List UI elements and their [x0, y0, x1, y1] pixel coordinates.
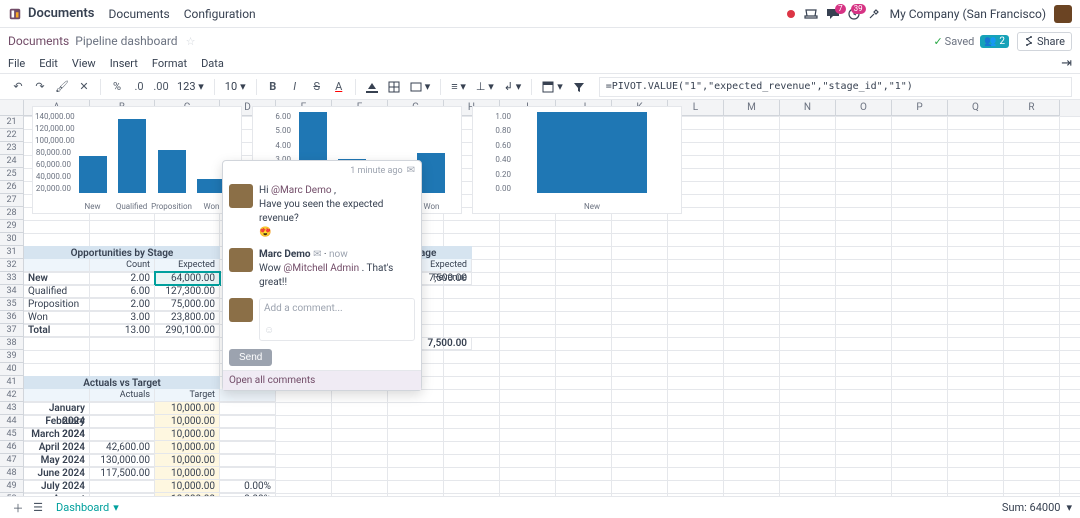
nav-link-configuration[interactable]: Configuration [184, 7, 256, 21]
avatar [229, 184, 253, 208]
avatar [229, 298, 253, 322]
sheet-list-icon[interactable]: ☰ [28, 498, 48, 518]
row-headers[interactable]: 2122232425262728293031323334353637383940… [0, 116, 24, 496]
tray-icon[interactable] [804, 8, 818, 20]
avatar [229, 248, 253, 272]
comment-time: 1 minute ago [350, 166, 402, 176]
text-color-icon[interactable]: A [329, 77, 349, 97]
dec-inc-icon[interactable]: .0 [129, 77, 149, 97]
emoji-picker-icon[interactable]: ☺ [264, 325, 274, 336]
breadcrumb-leaf: Pipeline dashboard [75, 34, 177, 48]
comment-thread-popup: 1 minute ago ✉ Hi @Marc Demo , Have you … [222, 160, 422, 391]
activities-icon[interactable]: 39 [848, 8, 860, 20]
undo-icon[interactable]: ↶ [8, 77, 28, 97]
messages-icon[interactable]: 7 [826, 8, 840, 20]
comment-text: Marc Demo ✉ · now Wow @Mitchell Admin . … [259, 248, 415, 290]
nav-link-documents[interactable]: Documents [108, 7, 169, 21]
borders-icon[interactable] [384, 77, 404, 97]
paint-format-icon[interactable]: 🖌 [52, 77, 72, 97]
chart-lost-opportunities[interactable]: 1.000.800.600.400.200.00 New [472, 106, 682, 214]
italic-icon[interactable]: I [285, 77, 305, 97]
merge-dropdown[interactable]: ▾ [406, 77, 435, 97]
share-button[interactable]: Share [1017, 32, 1072, 51]
user-avatar[interactable] [1054, 5, 1072, 23]
saved-indicator: ✓Saved [933, 35, 974, 48]
strike-icon[interactable]: S [307, 77, 327, 97]
font-size-dropdown[interactable]: 10 ▾ [221, 77, 250, 97]
send-button[interactable]: Send [229, 349, 272, 366]
menu-view[interactable]: View [72, 57, 96, 70]
menu-edit[interactable]: Edit [39, 57, 58, 70]
bottom-bar: ＋ ☰ Dashboard ▾ Sum: 64000 ▾ [0, 496, 1080, 518]
menu-file[interactable]: File [8, 57, 25, 70]
select-all-corner[interactable] [0, 100, 24, 116]
add-sheet-icon[interactable]: ＋ [8, 498, 28, 518]
redo-icon[interactable]: ↷ [30, 77, 50, 97]
favorite-star-icon[interactable]: ☆ [186, 35, 196, 48]
number-format-dropdown[interactable]: 123 ▾ [173, 77, 208, 97]
app-name: Documents [28, 6, 94, 21]
app-logo [8, 7, 22, 21]
selection-sum[interactable]: Sum: 64000 [1002, 501, 1061, 514]
spreadsheet: ABCDEFGHIJKLMNOPQR 212223242526272829303… [0, 100, 1080, 496]
pivot-opportunities-by-stage: Opportunities by Stage Count Expected Re… [24, 246, 220, 337]
envelope-icon: ✉ [313, 249, 321, 260]
pivot-title: Actuals vs Target [24, 376, 220, 389]
comment-text: Hi @Marc Demo , Have you seen the expect… [259, 184, 415, 240]
top-nav: Documents Documents Configuration 7 39 M… [0, 0, 1080, 28]
percent-format-icon[interactable]: % [107, 77, 127, 97]
chevron-down-icon[interactable]: ▾ [1066, 501, 1072, 514]
fill-color-icon[interactable] [362, 77, 382, 97]
chart-opportunities-revenue[interactable]: 140,000.00120,000.00100,000.0080,000.006… [32, 106, 242, 214]
open-all-comments-button[interactable]: Open all comments [223, 370, 421, 390]
wrap-dropdown[interactable]: ↲ ▾ [500, 77, 525, 97]
collaborators-badge[interactable]: 👥 2 [980, 35, 1009, 48]
collapse-toolbar-icon[interactable]: ⇥ [1061, 56, 1072, 71]
company-selector[interactable]: My Company (San Francisco) [890, 7, 1046, 21]
halign-dropdown[interactable]: ≡ ▾ [447, 77, 470, 97]
menu-format[interactable]: Format [152, 57, 187, 70]
menu-data[interactable]: Data [201, 57, 224, 70]
breadcrumb-root[interactable]: Documents [8, 34, 69, 48]
valign-dropdown[interactable]: ⊥ ▾ [472, 77, 498, 97]
envelope-icon[interactable]: ✉ [407, 165, 415, 176]
toolbar: ↶ ↷ 🖌 ✕ % .0 .00 123 ▾ 10 ▾ B I S A ▾ ≡ … [0, 74, 1080, 100]
tools-icon[interactable] [868, 8, 880, 20]
record-icon[interactable] [786, 9, 796, 19]
filter-icon[interactable] [569, 77, 589, 97]
formula-bar[interactable]: =PIVOT.VALUE("1","expected_revenue","sta… [599, 77, 1072, 97]
pivot-actuals-vs-target: Actuals vs Target Actuals Target January… [24, 376, 276, 496]
dec-dec-icon[interactable]: .00 [151, 77, 171, 97]
breadcrumb: Documents Pipeline dashboard ☆ ✓Saved 👥 … [0, 28, 1080, 54]
clear-format-icon[interactable]: ✕ [74, 77, 94, 97]
bold-icon[interactable]: B [263, 77, 283, 97]
menu-bar: File Edit View Insert Format Data ⇥ [0, 54, 1080, 74]
insert-dropdown[interactable]: ▾ [538, 77, 567, 97]
sheet-tab-dashboard[interactable]: Dashboard ▾ [48, 501, 127, 514]
grid[interactable]: 140,000.00120,000.00100,000.0080,000.006… [24, 116, 1080, 496]
menu-insert[interactable]: Insert [110, 57, 138, 70]
pivot-title: Opportunities by Stage [24, 246, 220, 259]
comment-input[interactable]: Add a comment... ☺ [259, 298, 415, 341]
